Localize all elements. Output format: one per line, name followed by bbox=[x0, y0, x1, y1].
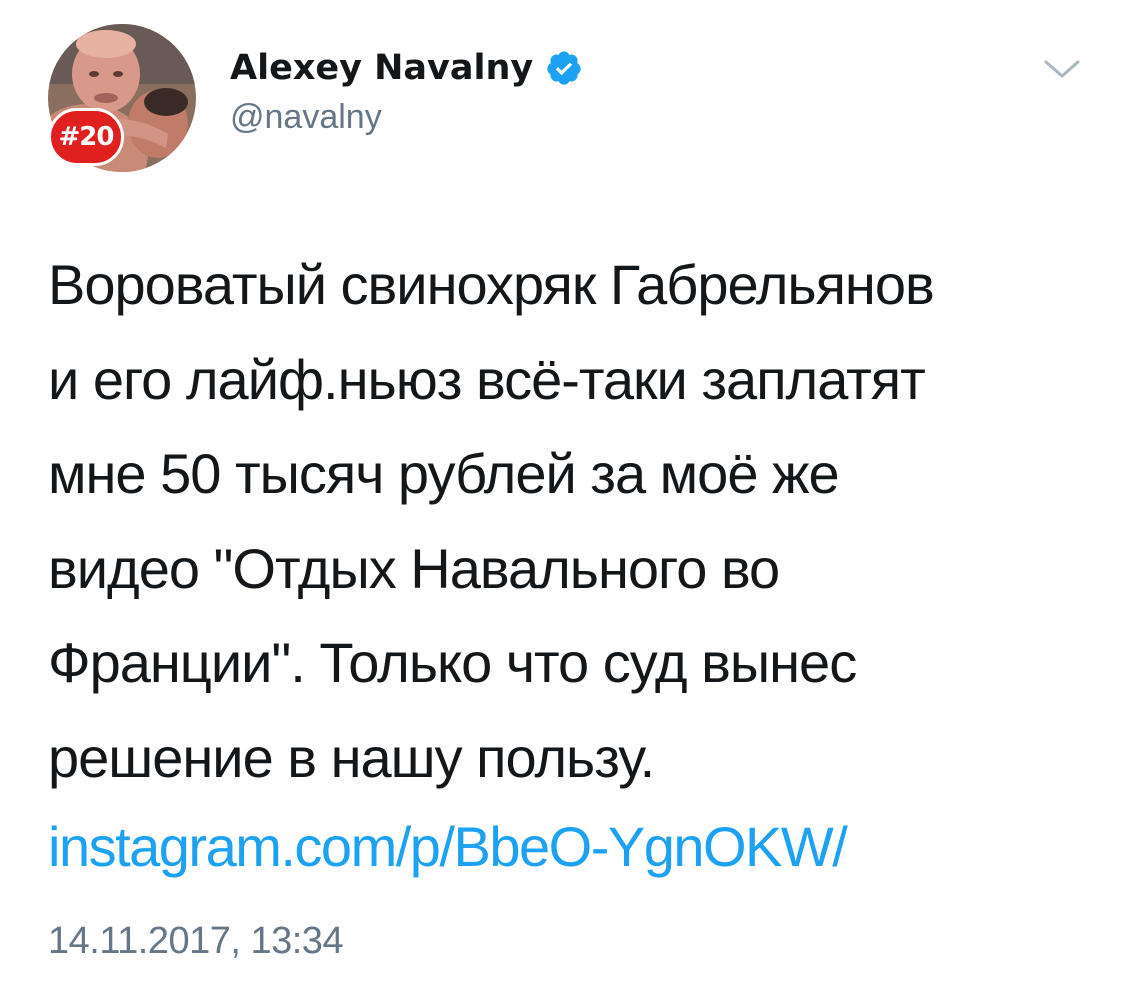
author-display-name[interactable]: Alexey Navalny bbox=[230, 48, 533, 88]
tweet-link[interactable]: instagram.com/p/BbeO-YgnOKW/ bbox=[48, 807, 848, 887]
tweet-card: #20 Alexey Navalny @navalny Вороватый св… bbox=[0, 0, 1125, 1001]
avatar-badge: #20 bbox=[48, 108, 124, 166]
tweet-text-line: видео "Отдых Навального во bbox=[48, 536, 780, 600]
tweet-text-line: и его лайф.ньюз всё-таки заплатят bbox=[48, 347, 926, 411]
author-handle[interactable]: @navalny bbox=[230, 98, 583, 137]
tweet-text-line: мне 50 тысяч рублей за моё же bbox=[48, 442, 840, 505]
tweet-timestamp[interactable]: 14.11.2017, 13:34 bbox=[48, 920, 344, 963]
chevron-down-icon[interactable] bbox=[1038, 50, 1086, 90]
tweet-text-line: решение в нашу пользу. bbox=[48, 725, 655, 789]
verified-badge-icon bbox=[545, 49, 583, 87]
tweet-text-line: Вороватый свинохряк Габрельянов bbox=[48, 253, 935, 316]
tweet-text: Вороватый свинохряк Габрельянов и его ла… bbox=[48, 238, 1088, 805]
tweet-text-line: Франции". Только что суд вынес bbox=[48, 631, 857, 694]
name-row: Alexey Navalny bbox=[230, 42, 583, 94]
author-info: Alexey Navalny @navalny bbox=[230, 42, 583, 137]
